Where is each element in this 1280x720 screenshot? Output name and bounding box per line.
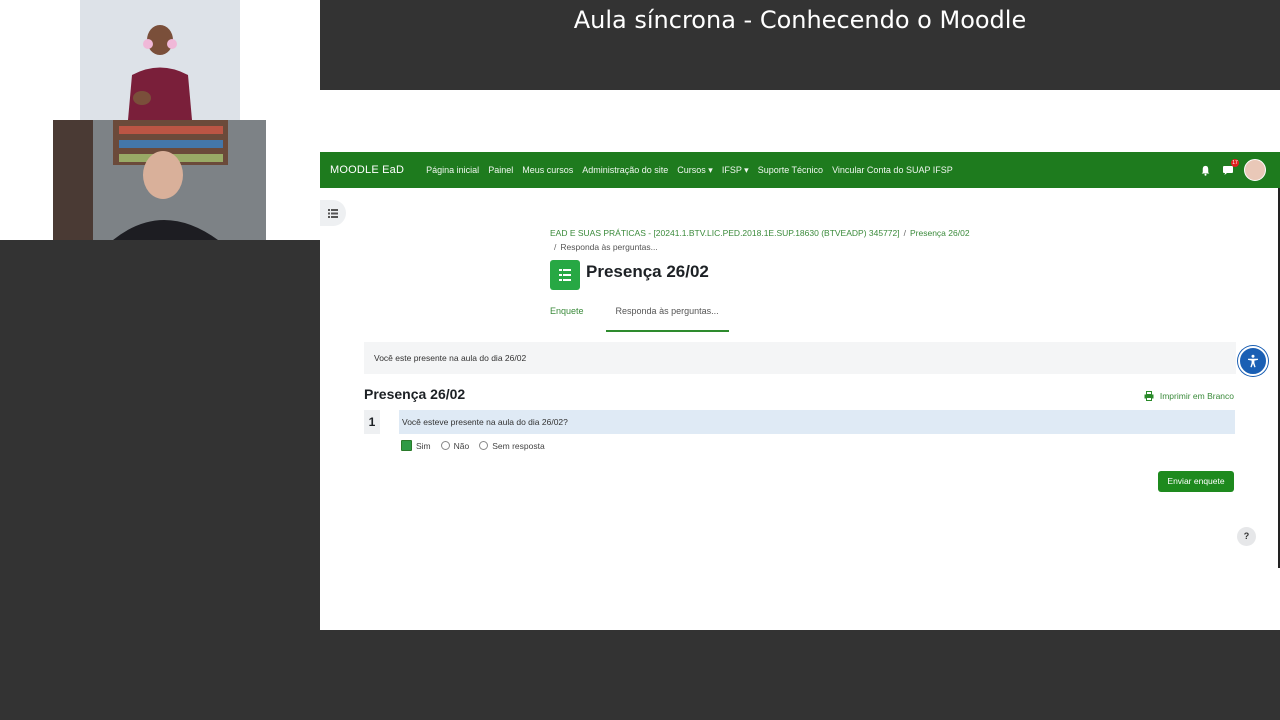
breadcrumb-current: Responda às perguntas... — [560, 242, 658, 252]
notification-badge: 17 — [1231, 159, 1239, 167]
list-icon — [328, 208, 338, 218]
primary-menu: Página inicial Painel Meus cursos Admini… — [426, 165, 953, 176]
video-feed-sign-language-interpreter — [80, 0, 240, 120]
stream-title-bar: Aula síncrona - Conhecendo o Moodle — [320, 0, 1280, 90]
breadcrumb: EAD E SUAS PRÁTICAS - [20241.1.BTV.LIC.P… — [550, 228, 970, 252]
feedback-activity-icon — [550, 260, 580, 290]
moodle-navbar: MOODLE EaD Página inicial Painel Meus cu… — [320, 152, 1280, 188]
tab-enquete[interactable]: Enquete — [550, 298, 584, 330]
messages-icon[interactable]: 17 — [1221, 159, 1239, 177]
course-index-toggle[interactable] — [320, 200, 346, 226]
radio-sem-resposta[interactable] — [479, 441, 489, 450]
site-brand[interactable]: MOODLE EaD — [330, 164, 404, 176]
menu-item-cursos[interactable]: Cursos ▾ — [677, 165, 713, 176]
page-title: Presença 26/02 — [586, 262, 709, 281]
menu-item-meus-cursos[interactable]: Meus cursos — [522, 165, 573, 176]
video-feed-teacher — [53, 120, 266, 240]
activity-tabs: Enquete Responda às perguntas... — [550, 298, 729, 332]
menu-item-administracao[interactable]: Administração do site — [582, 165, 668, 176]
menu-item-suporte-tecnico[interactable]: Suporte Técnico — [758, 165, 823, 176]
radio-nao[interactable] — [440, 441, 450, 450]
question-text: Você esteve presente na aula do dia 26/0… — [399, 410, 1235, 434]
answer-options: Sim Não Sem resposta — [401, 440, 551, 451]
menu-item-ifsp[interactable]: IFSP ▾ — [722, 165, 749, 176]
accessibility-icon — [1248, 354, 1258, 368]
activity-description: Você este presente na aula do dia 26/02 — [364, 342, 1236, 374]
bell-icon[interactable] — [1198, 163, 1212, 177]
navbar-user-area: 17 — [1198, 152, 1266, 188]
help-button[interactable]: ? — [1237, 527, 1256, 546]
breadcrumb-activity[interactable]: Presença 26/02 — [910, 228, 970, 238]
breadcrumb-course[interactable]: EAD E SUAS PRÁTICAS - [20241.1.BTV.LIC.P… — [550, 228, 900, 238]
menu-item-painel[interactable]: Painel — [488, 165, 513, 176]
submit-survey-button[interactable]: Enviar enquete — [1158, 471, 1234, 492]
menu-item-vincular-suap[interactable]: Vincular Conta do SUAP IFSP — [832, 165, 953, 176]
printer-icon — [1144, 391, 1154, 401]
survey-title: Presença 26/02 — [364, 386, 466, 402]
interpreter-figure — [80, 0, 240, 120]
option-sim[interactable]: Sim — [401, 440, 431, 451]
question-number: 1 — [364, 410, 380, 434]
option-sem-resposta[interactable]: Sem resposta — [479, 440, 545, 451]
accessibility-button[interactable] — [1238, 346, 1268, 376]
shared-screen-moodle: MOODLE EaD Página inicial Painel Meus cu… — [320, 90, 1280, 630]
print-blank-link[interactable]: Imprimir em Branco — [1144, 391, 1234, 401]
teacher-figure — [53, 120, 266, 240]
option-sim-label: Sim — [416, 440, 431, 451]
stream-title: Aula síncrona - Conhecendo o Moodle — [573, 6, 1027, 34]
option-nao[interactable]: Não — [440, 440, 470, 451]
option-sem-resposta-label: Sem resposta — [492, 440, 545, 451]
tab-responda-perguntas[interactable]: Responda às perguntas... — [605, 298, 729, 332]
radio-sim-selected[interactable] — [401, 440, 412, 451]
menu-item-pagina-inicial[interactable]: Página inicial — [426, 165, 479, 176]
print-blank-label: Imprimir em Branco — [1159, 391, 1234, 401]
user-avatar[interactable] — [1244, 159, 1266, 181]
option-nao-label: Não — [453, 440, 470, 451]
